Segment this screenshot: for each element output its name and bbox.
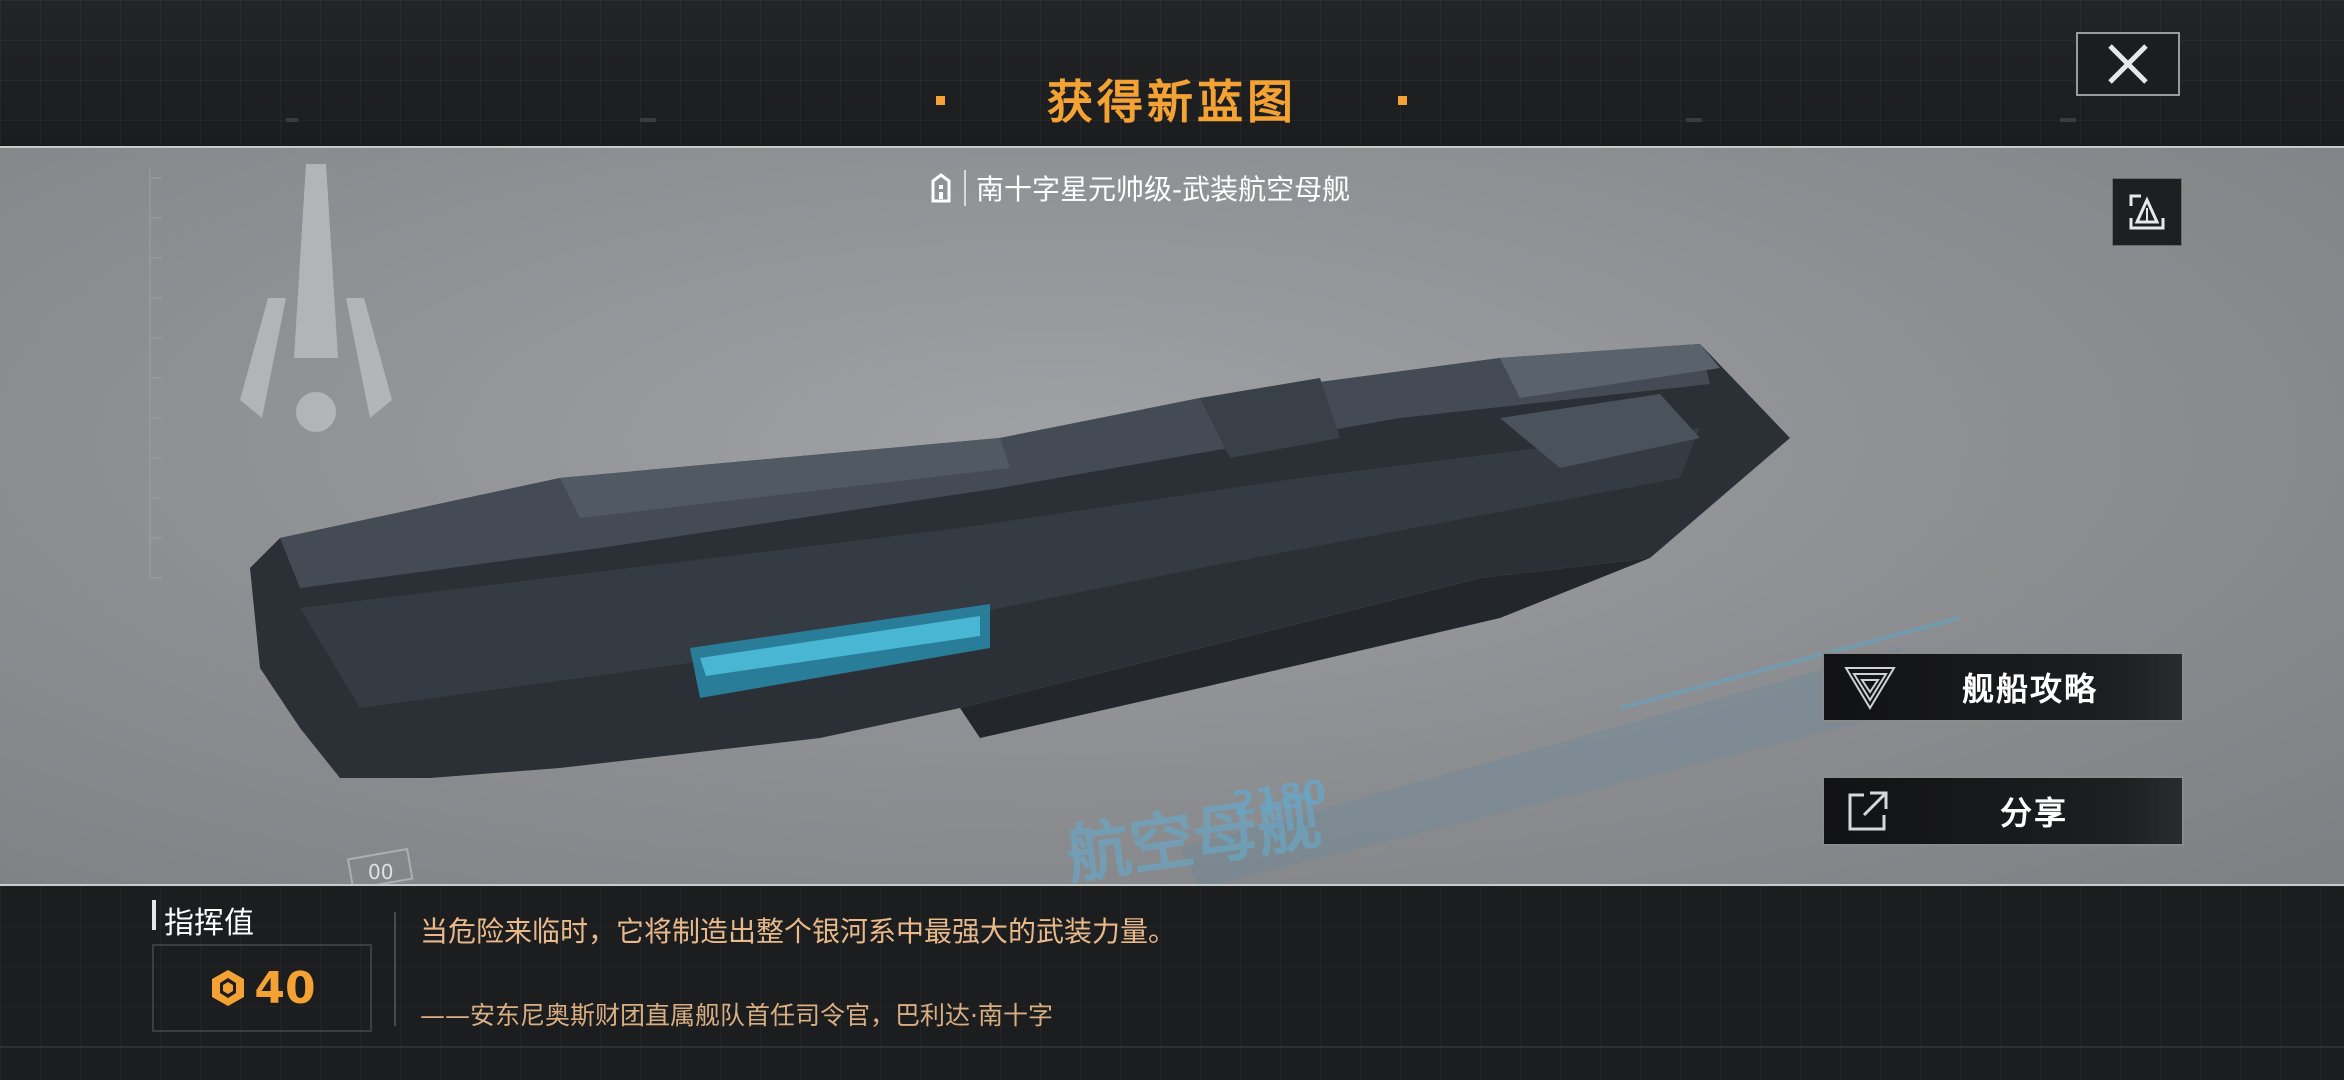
ship-name: 南十字星元帅级-武装航空母舰 [976,173,1351,206]
ship-viewport[interactable]: 2180 航空母舰 00 [0,146,2344,886]
command-value: 40 [254,962,316,1014]
command-label-bar [152,900,156,930]
guide-triangle-icon [1844,667,1896,710]
panel-divider [394,912,396,1026]
ship-class-icon [931,173,951,203]
ship-guide-label: 舰船攻略 [1962,670,2099,708]
close-icon [2108,44,2148,84]
ship-name-separator [964,170,966,206]
model-counter: 00 [368,860,394,884]
ship-model [250,344,1790,778]
faction-emblem [240,164,392,432]
share-button[interactable]: 分享 [1822,776,2184,846]
left-ruler [149,168,162,579]
deco-line [640,118,656,122]
deco-line [286,118,298,122]
deco-line [1686,118,1702,122]
bottom-divider [0,1046,2344,1048]
share-label: 分享 [2000,794,2069,832]
ship-guide-button[interactable]: 舰船攻略 [1822,652,2184,722]
command-value-box: 40 [152,944,372,1032]
command-hex-icon [212,970,245,1006]
ship-quote: 当危险来临时，它将制造出整个银河系中最强大的武装力量。 [420,915,1177,948]
page-title: 获得新蓝图 [1047,75,1297,129]
command-label: 指挥值 [164,906,254,941]
deco-line [2060,118,2076,122]
photo-mode-icon [2129,194,2165,230]
viewport-graphics: 2180 航空母舰 [149,164,1961,884]
photo-mode-button[interactable] [2112,178,2182,246]
share-icon [1848,791,1888,831]
close-button[interactable] [2076,32,2180,96]
quote-author: ——安东尼奥斯财团直属舰队首任司令官，巴利达·南十字 [420,1001,1053,1030]
ship-name-bar: 南十字星元帅级-武装航空母舰 [930,168,1350,208]
hull-type-text: 航空母舰 [1062,785,1326,884]
